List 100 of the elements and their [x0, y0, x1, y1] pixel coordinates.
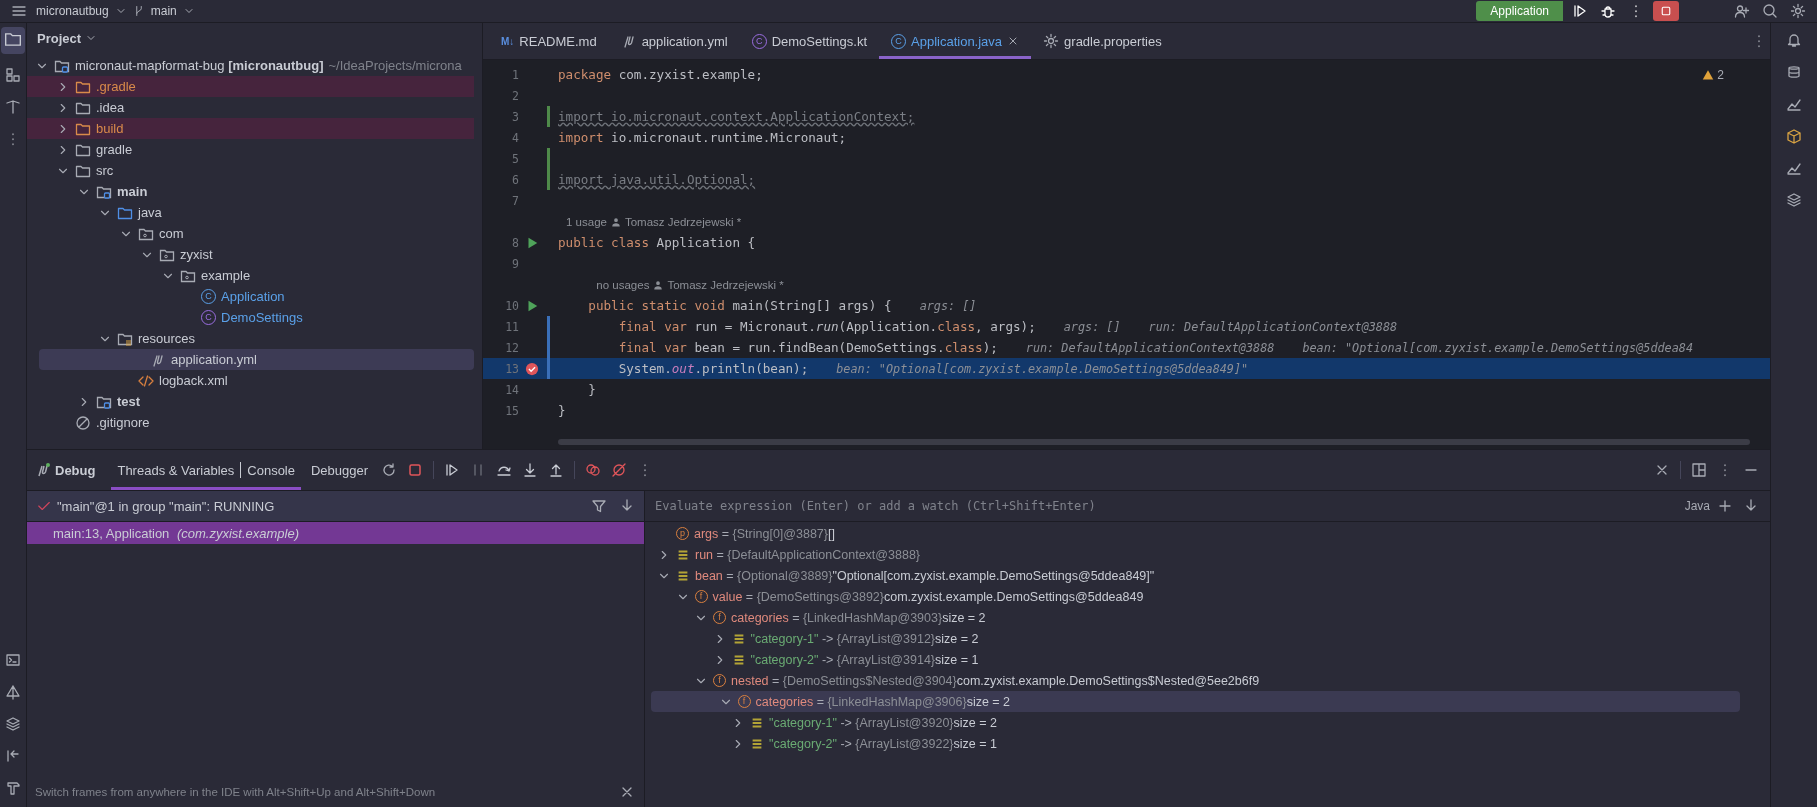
- tree-row[interactable]: com: [27, 223, 474, 244]
- usages-hint[interactable]: 1 usage: [566, 215, 607, 228]
- stop-button[interactable]: [1653, 1, 1679, 21]
- code-line: }: [558, 403, 566, 418]
- line-number: 11: [504, 319, 519, 334]
- tree-item-label: .gradle: [96, 79, 136, 94]
- tree-row[interactable]: main: [27, 181, 474, 202]
- variable-row[interactable]: run = {DefaultApplicationContext@3888}: [645, 544, 1740, 565]
- code-line: final var run = Micronaut.run(Application.class, args);: [617, 319, 1036, 334]
- editor-tab[interactable]: gradle.properties: [1031, 23, 1174, 59]
- panel-title[interactable]: Project: [37, 30, 82, 46]
- editor-tab[interactable]: M↓ README.md: [489, 23, 609, 59]
- variable-row[interactable]: f value = {DemoSettings@3892}com.zyxist.example.DemoSettings@5ddea849: [645, 586, 1740, 607]
- line-number: 9: [511, 256, 519, 271]
- variable-text: run = {DefaultApplicationContext@3888}: [695, 547, 920, 562]
- inline-value-hint: run: DefaultApplicationContext@3888: [1025, 340, 1275, 355]
- stack-frame[interactable]: main:13, Application (com.zyxist.example): [27, 522, 644, 544]
- line-number: 14: [504, 382, 519, 397]
- branch-selector[interactable]: main: [150, 4, 177, 18]
- variable-row[interactable]: "category-2" -> {ArrayList@3922}size = 1: [645, 733, 1740, 754]
- usages-hint[interactable]: no usages: [596, 278, 650, 291]
- editor-tab[interactable]: C Application.java: [879, 23, 1032, 59]
- tree-row[interactable]: .gitignore: [27, 412, 474, 433]
- evaluate-field[interactable]: Evaluate expression (Enter) or add a watch (Ctrl+Shift+Enter): [653, 493, 1681, 519]
- tip-text: Switch frames from anywhere in the IDE with Alt+Shift+Up and Alt+Shift+Down: [35, 786, 436, 798]
- stop-icon: [1660, 5, 1672, 17]
- tool-window-title: Debug: [35, 462, 96, 478]
- variable-text: "category-2" -> {ArrayList@3914}size = 1: [750, 652, 979, 667]
- debug-logo-icon: [35, 462, 51, 478]
- tree-row[interactable]: .idea: [27, 97, 474, 118]
- editor-tab[interactable]: C DemoSettings.kt: [739, 23, 879, 59]
- tree-item-label: Application: [221, 289, 285, 304]
- tree-row[interactable]: logback.xml: [27, 370, 474, 391]
- scrollbar[interactable]: [558, 439, 1750, 445]
- tree-item-label: application.yml: [171, 352, 257, 367]
- xml-file-icon: [138, 372, 154, 389]
- variable-text: categories = {LinkedHashMap@3906}size = 2: [755, 694, 1011, 709]
- variable-text: bean = {Optional@3889}"Optional[com.zyxist.example.DemoSettings@5ddea849]": [695, 568, 1155, 583]
- tree-row[interactable]: C DemoSettings: [27, 307, 474, 328]
- debug-tab[interactable]: Debugger: [305, 450, 375, 490]
- inline-value-hint: run: DefaultApplicationContext@3888: [1148, 319, 1398, 334]
- tree-row[interactable]: src: [27, 160, 474, 181]
- tree-item-label: DemoSettings: [221, 310, 303, 325]
- tree-row[interactable]: gradle: [27, 139, 474, 160]
- author-hint[interactable]: Tomasz Jedrzejewski *: [667, 278, 784, 291]
- inline-value-hint: args: []: [919, 298, 977, 313]
- line-number: 7: [511, 193, 519, 208]
- editor-tab[interactable]: application.yml: [608, 23, 740, 59]
- variable-row[interactable]: f categories = {LinkedHashMap@3903}size = 2: [645, 607, 1740, 628]
- tree-row[interactable]: example: [27, 265, 474, 286]
- check-icon: [37, 499, 51, 513]
- tree-row[interactable]: C Application: [27, 286, 474, 307]
- author-hint[interactable]: Tomasz Jedrzejewski *: [624, 215, 742, 228]
- tree-row[interactable]: java: [27, 202, 474, 223]
- folder-icon: [4, 30, 22, 48]
- line-number: 2: [511, 88, 519, 103]
- code-line: public class Application {: [558, 235, 756, 250]
- variable-text: "category-1" -> {ArrayList@3912}size = 2: [750, 631, 979, 646]
- line-number: 1: [511, 67, 519, 82]
- warning-indicator[interactable]: 2: [1702, 68, 1724, 82]
- run-configuration-selector[interactable]: Application: [1476, 1, 1563, 21]
- tree-row[interactable]: .gradle: [27, 76, 474, 97]
- tree-item-label: java: [138, 205, 162, 220]
- inline-value-hint: bean: "Optional[com.zyxist.example.DemoSettings@5ddea84: [1302, 340, 1694, 355]
- thread-selector[interactable]: "main"@1 in group "main": RUNNING: [57, 498, 275, 514]
- variable-row[interactable]: bean = {Optional@3889}"Optional[com.zyxist.example.DemoSettings@5ddea849]": [645, 565, 1740, 586]
- variable-row[interactable]: "category-2" -> {ArrayList@3914}size = 1: [645, 649, 1740, 670]
- variable-row[interactable]: f nested = {DemoSettings$Nested@3904}com.zyxist.example.DemoSettings$Nested@5ee2b6f9: [645, 670, 1740, 691]
- gear-icon: [1043, 33, 1060, 49]
- variable-text: "category-1" -> {ArrayList@3920}size = 2: [769, 715, 997, 730]
- tree-row[interactable]: build: [27, 118, 474, 139]
- code-line: import io.micronaut.context.ApplicationContext;: [558, 109, 915, 124]
- project-selector[interactable]: micronautbug: [36, 4, 109, 18]
- variable-row[interactable]: "category-1" -> {ArrayList@3920}size = 2: [645, 712, 1740, 733]
- line-number: 4: [511, 130, 519, 145]
- variable-text: categories = {LinkedHashMap@3903}size = 2: [731, 610, 986, 625]
- tree-item-label: com: [159, 226, 184, 241]
- project-tool-button[interactable]: [1, 27, 25, 54]
- tree-row[interactable]: zyxist: [27, 244, 474, 265]
- line-number: 8: [511, 235, 519, 250]
- breakpoint-icon[interactable]: [525, 361, 539, 376]
- variable-row[interactable]: p args = {String[0]@3887}[]: [645, 523, 1740, 544]
- tree-item-label: logback.xml: [159, 373, 228, 388]
- tree-row[interactable]: micronaut-mapformat-bug [micronautbug] ~/IdeaProjects/microna: [27, 55, 474, 76]
- line-number: 6: [511, 172, 519, 187]
- inline-value-hint: bean: "Optional[com.zyxist.example.DemoSettings@5ddea849]": [836, 361, 1249, 376]
- tree-item-label: .idea: [96, 100, 125, 115]
- variable-row[interactable]: f categories = {LinkedHashMap@3906}size = 2: [651, 691, 1740, 712]
- variable-row[interactable]: "category-1" -> {ArrayList@3912}size = 2: [645, 628, 1740, 649]
- line-number: 15: [504, 403, 519, 418]
- tree-row[interactable]: application.yml: [39, 349, 474, 370]
- tree-item-label: test: [117, 394, 141, 409]
- variable-text: nested = {DemoSettings$Nested@3904}com.zyxist.example.DemoSettings$Nested@5ee2b6f9: [731, 673, 1260, 688]
- tree-row[interactable]: test: [27, 391, 474, 412]
- tree-row[interactable]: resources: [27, 328, 474, 349]
- language-selector[interactable]: Java: [1684, 499, 1710, 513]
- code-line: package com.zyxist.example;: [558, 67, 763, 82]
- variable-text: args = {String[0]@3887}[]: [694, 526, 835, 541]
- tree-item-label: zyxist: [180, 247, 213, 262]
- line-number: 12: [504, 340, 519, 355]
